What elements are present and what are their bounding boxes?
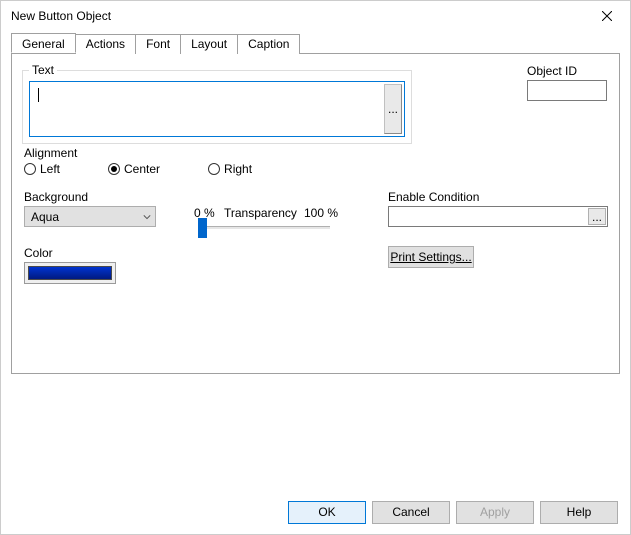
object-id-group: Object ID [527,64,607,101]
text-group-label: Text [29,63,57,77]
color-swatch [28,266,112,280]
tab-actions[interactable]: Actions [75,34,136,54]
background-selected-value: Aqua [31,210,59,224]
background-label: Background [24,190,88,204]
radio-icon [208,163,220,175]
ok-button[interactable]: OK [288,501,366,524]
enable-condition-input[interactable] [389,207,587,226]
ellipsis-icon: ... [388,102,398,116]
transparency-slider-thumb[interactable] [198,218,207,238]
cancel-button[interactable]: Cancel [372,501,450,524]
object-id-label: Object ID [527,64,607,78]
alignment-label: Alignment [24,146,77,160]
tab-caption[interactable]: Caption [237,34,300,54]
enable-condition-label: Enable Condition [388,190,479,204]
color-button[interactable] [24,262,116,284]
text-caret [38,88,39,102]
apply-button: Apply [456,501,534,524]
tab-layout[interactable]: Layout [180,34,238,54]
print-settings-label: Print Settings... [390,250,471,264]
transparency-slider-track[interactable] [200,226,330,229]
chevron-down-icon [143,213,151,221]
close-icon [602,11,612,21]
print-settings-button[interactable]: Print Settings... [388,246,474,268]
titlebar: New Button Object [1,1,630,31]
alignment-radios: Left Center Right [24,162,252,176]
transparency-max-label: 100 % [304,206,338,220]
enable-condition-frame: ... [388,206,608,227]
text-input[interactable] [30,82,382,136]
ellipsis-icon: ... [592,210,602,224]
enable-condition-browse-button[interactable]: ... [588,208,606,225]
color-label: Color [24,246,53,260]
tab-panel-general: Text ... Object ID Alignment Left [11,54,620,374]
tab-general[interactable]: General [11,33,76,53]
window-title: New Button Object [11,9,111,23]
close-button[interactable] [592,1,622,31]
tab-bar: General Actions Font Layout Caption [11,33,620,54]
alignment-center-label: Center [124,162,160,176]
alignment-left-radio[interactable]: Left [24,162,60,176]
text-group: Text ... [22,70,412,144]
dialog-footer: OK Cancel Apply Help [288,501,618,524]
background-select[interactable]: Aqua [24,206,156,227]
help-button[interactable]: Help [540,501,618,524]
alignment-right-label: Right [224,162,252,176]
text-browse-button[interactable]: ... [384,84,402,134]
transparency-label: Transparency [224,206,297,220]
alignment-center-radio[interactable]: Center [108,162,160,176]
radio-icon [108,163,120,175]
alignment-left-label: Left [40,162,60,176]
text-input-frame: ... [29,81,405,137]
radio-icon [24,163,36,175]
tab-font[interactable]: Font [135,34,181,54]
dialog-window: New Button Object General Actions Font L… [0,0,631,535]
object-id-input[interactable] [527,80,607,101]
alignment-right-radio[interactable]: Right [208,162,252,176]
